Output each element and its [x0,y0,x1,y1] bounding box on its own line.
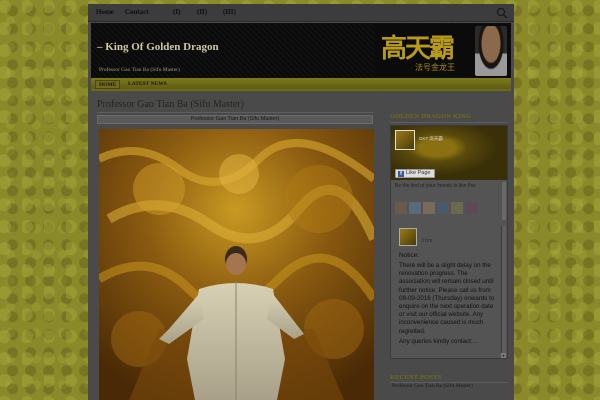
fb-cover-image[interactable]: GKT 高天霸 f Like Page [391,126,507,180]
nav-page-ii[interactable]: (II) [197,8,207,16]
fb-like-button[interactable]: f Like Page [395,169,435,178]
avatar[interactable] [465,202,477,214]
banner-chinese-title: 高天霸 [381,34,455,64]
divider [97,112,373,113]
page-container: Home Contact (I) (II) (III) – King Of Go… [88,4,514,400]
nav-page-iii[interactable]: (III) [223,8,236,16]
banner-chinese-subtitle: 法号金龙王 [415,63,455,72]
nav-home[interactable]: Home [96,8,114,16]
post-image[interactable] [99,129,374,400]
tab-home[interactable]: HOME [95,80,121,89]
nav-contact[interactable]: Contact [125,8,149,16]
avatar[interactable] [409,202,421,214]
facebook-icon: f [398,170,404,177]
fb-post-avatar[interactable] [399,228,417,246]
avatar[interactable] [423,202,435,214]
divider [390,122,508,123]
search-icon[interactable] [496,7,508,19]
fb-like-label: Like Page [406,170,431,176]
avatar[interactable] [395,202,407,214]
fb-notice-body: There will be a slight delay on the reno… [399,262,495,335]
post-title[interactable]: Professor Gao Tian Ba (Sifu Master) [97,99,244,110]
top-navigation: Home Contact (I) (II) (III) [88,4,514,22]
golden-dragon-photo [99,129,374,400]
sidebar: GOLDEN DRAGON KING GKT 高天霸 f Like Page Be… [386,93,511,400]
fb-notice-tail[interactable]: Any queries kindly contact:... [399,338,497,346]
image-caption: Professor Gao Tian Ba (Sifu Master) [97,115,373,124]
fb-friends-text: Be the first of your friends to like thi… [395,183,476,189]
tab-latest-news[interactable]: LATEST NEWS [125,80,170,89]
master-portrait [475,26,507,76]
sidebar-heading: GOLDEN DRAGON KING [390,113,472,120]
main-content: Professor Gao Tian Ba (Sifu Master) Prof… [91,93,378,400]
facebook-page-widget: GKT 高天霸 f Like Page Be the first of your … [390,125,508,359]
site-tagline: Professor Gao Tian Ba (Sifu Master) [99,67,180,73]
avatar[interactable] [437,202,449,214]
avatar[interactable] [451,202,463,214]
site-title[interactable]: – King Of Golden Dragon [97,41,287,54]
main-navigation: HOME LATEST NEWS [91,78,511,91]
header-banner-image: 高天霸 法号金龙王 [375,24,509,78]
nav-page-i[interactable]: (I) [173,8,180,16]
fb-notice-title: Notice: [399,252,420,259]
fb-post-time[interactable]: 3 hrs [421,238,432,244]
recent-post-link[interactable]: Professor Gao Tian Ba (Sifu Master) [392,383,473,389]
fb-scrollbar[interactable] [502,182,506,220]
fb-notice-text: There will be a slight delay on the reno… [399,262,497,346]
fb-feed-scrollbar[interactable]: ▾ [501,226,506,358]
fb-page-avatar[interactable] [395,130,415,150]
scroll-down-arrow-icon[interactable]: ▾ [501,353,506,358]
fb-page-name[interactable]: GKT 高天霸 [419,136,443,142]
recent-posts-heading: RECENT POSTS [390,374,442,381]
site-header: – King Of Golden Dragon Professor Gao Ti… [91,23,511,79]
fb-friend-faces [395,201,495,214]
